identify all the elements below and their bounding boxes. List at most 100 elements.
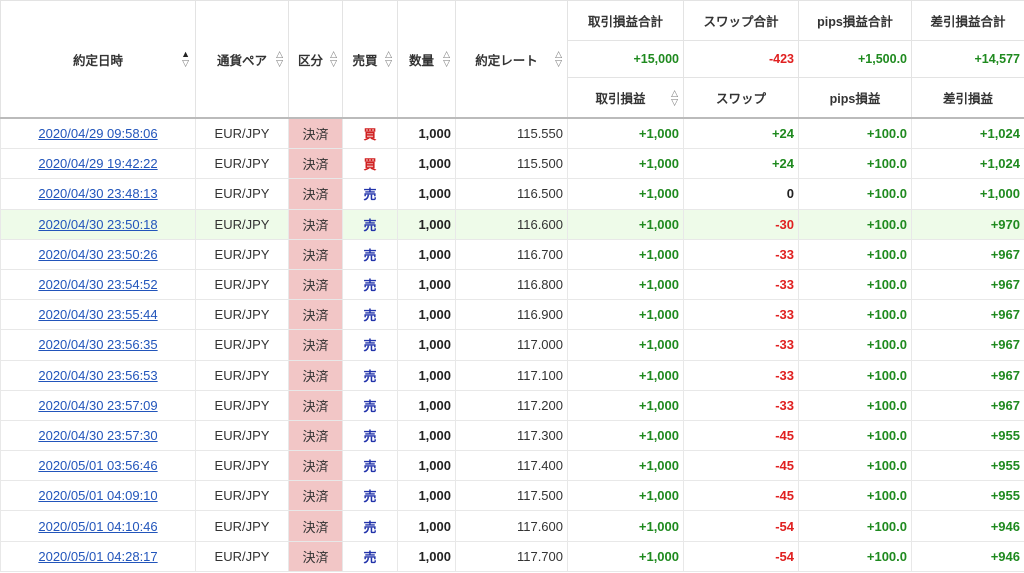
cell-net: +967 bbox=[911, 268, 1024, 301]
cell-pl: +1,000 bbox=[567, 480, 684, 512]
cell-net: +1,024 bbox=[911, 148, 1024, 180]
header-side-label: 売買 bbox=[352, 53, 378, 68]
cell-qty: 1,000 bbox=[397, 117, 456, 150]
header-date-label: 約定日時 bbox=[72, 53, 123, 68]
trade-date-link[interactable]: 2020/04/30 23:50:26 bbox=[38, 247, 157, 262]
sort-icon[interactable]: ▲ ▽ bbox=[181, 50, 190, 68]
cell-net: +967 bbox=[911, 299, 1024, 331]
trade-date-link[interactable]: 2020/04/29 19:42:22 bbox=[38, 156, 157, 171]
cell-pair: EUR/JPY bbox=[195, 268, 289, 301]
cell-swap: -33 bbox=[683, 299, 799, 331]
cell-kubun: 決済 bbox=[288, 480, 343, 512]
table-row: 2020/04/30 23:54:52 EUR/JPY 決済売 1,000 116.80… bbox=[0, 268, 1024, 301]
cell-kubun: 決済 bbox=[288, 329, 343, 361]
cell-side: 売 bbox=[342, 178, 398, 210]
cell-rate: 116.600 bbox=[455, 208, 568, 240]
cell-side: 売 bbox=[342, 510, 398, 542]
cell-swap: 0 bbox=[683, 178, 799, 210]
cell-pair: EUR/JPY bbox=[195, 148, 289, 180]
cell-swap: -33 bbox=[683, 389, 799, 421]
cell-pair: EUR/JPY bbox=[195, 238, 289, 270]
trade-date-link[interactable]: 2020/04/30 23:56:35 bbox=[38, 337, 157, 352]
header-side[interactable]: 売買 △ ▽ bbox=[342, 0, 398, 119]
cell-side: 売 bbox=[342, 389, 398, 421]
cell-kubun: 決済 bbox=[288, 178, 343, 210]
sort-icon[interactable]: △ ▽ bbox=[330, 50, 337, 68]
sort-icon[interactable]: △ ▽ bbox=[555, 50, 562, 68]
header-pips-total: pips損益合計 bbox=[798, 0, 912, 41]
header-rate[interactable]: 約定レート △ ▽ bbox=[455, 0, 568, 119]
cell-pl: +1,000 bbox=[567, 419, 684, 452]
header-qty[interactable]: 数量 △ ▽ bbox=[397, 0, 456, 119]
cell-rate: 116.500 bbox=[455, 178, 568, 210]
cell-side: 売 bbox=[342, 268, 398, 301]
sort-icon[interactable]: △ ▽ bbox=[443, 50, 450, 68]
cell-pair: EUR/JPY bbox=[195, 329, 289, 361]
cell-side: 買 bbox=[342, 148, 398, 180]
trade-date-link[interactable]: 2020/05/01 04:28:17 bbox=[38, 549, 157, 564]
cell-pair: EUR/JPY bbox=[195, 117, 289, 150]
trade-date-link[interactable]: 2020/04/30 23:50:18 bbox=[38, 217, 157, 232]
table-row: 2020/04/30 23:55:44 EUR/JPY 決済売 1,000 116.90… bbox=[0, 299, 1024, 331]
header-pips: pips損益 bbox=[798, 77, 912, 119]
table-row: 2020/04/30 23:50:18 EUR/JPY 決済売 1,000 116.60… bbox=[0, 208, 1024, 240]
cell-pl: +1,000 bbox=[567, 178, 684, 210]
cell-date: 2020/04/30 23:48:13 bbox=[0, 178, 196, 210]
cell-rate: 116.800 bbox=[455, 268, 568, 301]
trade-date-link[interactable]: 2020/04/30 23:55:44 bbox=[38, 307, 157, 322]
header-kubun[interactable]: 区分 △ ▽ bbox=[288, 0, 343, 119]
cell-date: 2020/04/30 23:57:09 bbox=[0, 389, 196, 421]
cell-qty: 1,000 bbox=[397, 238, 456, 270]
cell-pips: +100.0 bbox=[798, 117, 912, 150]
cell-rate: 117.000 bbox=[455, 329, 568, 361]
trade-date-link[interactable]: 2020/04/30 23:57:09 bbox=[38, 398, 157, 413]
cell-date: 2020/04/30 23:56:35 bbox=[0, 329, 196, 361]
cell-pl: +1,000 bbox=[567, 148, 684, 180]
cell-rate: 117.200 bbox=[455, 389, 568, 421]
sort-icon[interactable]: △ ▽ bbox=[671, 88, 678, 107]
trade-date-link[interactable]: 2020/05/01 03:56:46 bbox=[38, 458, 157, 473]
cell-kubun: 決済 bbox=[288, 208, 343, 240]
cell-pl: +1,000 bbox=[567, 329, 684, 361]
header-pl[interactable]: 取引損益 △ ▽ bbox=[567, 77, 684, 119]
trade-date-link[interactable]: 2020/04/30 23:48:13 bbox=[38, 186, 157, 201]
trade-date-link[interactable]: 2020/04/29 09:58:06 bbox=[38, 126, 157, 141]
cell-rate: 115.500 bbox=[455, 148, 568, 180]
sort-icon[interactable]: △ ▽ bbox=[385, 50, 392, 68]
cell-swap: -45 bbox=[683, 419, 799, 452]
cell-date: 2020/04/29 09:58:06 bbox=[0, 117, 196, 150]
cell-swap: +24 bbox=[683, 117, 799, 150]
cell-kubun: 決済 bbox=[288, 238, 343, 270]
header-date[interactable]: 約定日時 ▲ ▽ bbox=[0, 0, 196, 119]
cell-pips: +100.0 bbox=[798, 450, 912, 482]
cell-pl: +1,000 bbox=[567, 238, 684, 270]
trade-date-link[interactable]: 2020/04/30 23:56:53 bbox=[38, 368, 157, 383]
header-swap: スワップ bbox=[683, 77, 799, 119]
cell-swap: -33 bbox=[683, 238, 799, 270]
cell-kubun: 決済 bbox=[288, 117, 343, 150]
trade-date-link[interactable]: 2020/05/01 04:09:10 bbox=[38, 488, 157, 503]
trade-date-link[interactable]: 2020/04/30 23:57:30 bbox=[38, 428, 157, 443]
sort-icon[interactable]: △ ▽ bbox=[276, 50, 283, 68]
header-pair[interactable]: 通貨ペア △ ▽ bbox=[195, 0, 289, 119]
cell-net: +967 bbox=[911, 238, 1024, 270]
cell-date: 2020/05/01 04:10:46 bbox=[0, 510, 196, 542]
cell-qty: 1,000 bbox=[397, 268, 456, 301]
trade-date-link[interactable]: 2020/05/01 04:10:46 bbox=[38, 519, 157, 534]
header-pl-total: 取引損益合計 bbox=[567, 0, 684, 41]
cell-date: 2020/04/30 23:50:26 bbox=[0, 238, 196, 270]
header-swap-total: スワップ合計 bbox=[683, 0, 799, 41]
cell-side: 売 bbox=[342, 208, 398, 240]
cell-pips: +100.0 bbox=[798, 510, 912, 542]
cell-swap: -33 bbox=[683, 359, 799, 391]
cell-pips: +100.0 bbox=[798, 389, 912, 421]
cell-net: +967 bbox=[911, 359, 1024, 391]
table-row: 2020/05/01 04:28:17 EUR/JPY 決済売 1,000 117.70… bbox=[0, 540, 1024, 572]
trade-date-link[interactable]: 2020/04/30 23:54:52 bbox=[38, 277, 157, 292]
cell-side: 売 bbox=[342, 299, 398, 331]
cell-kubun: 決済 bbox=[288, 389, 343, 421]
total-net: +14,577 bbox=[911, 40, 1024, 78]
cell-pl: +1,000 bbox=[567, 208, 684, 240]
cell-kubun: 決済 bbox=[288, 450, 343, 482]
cell-date: 2020/05/01 04:28:17 bbox=[0, 540, 196, 572]
